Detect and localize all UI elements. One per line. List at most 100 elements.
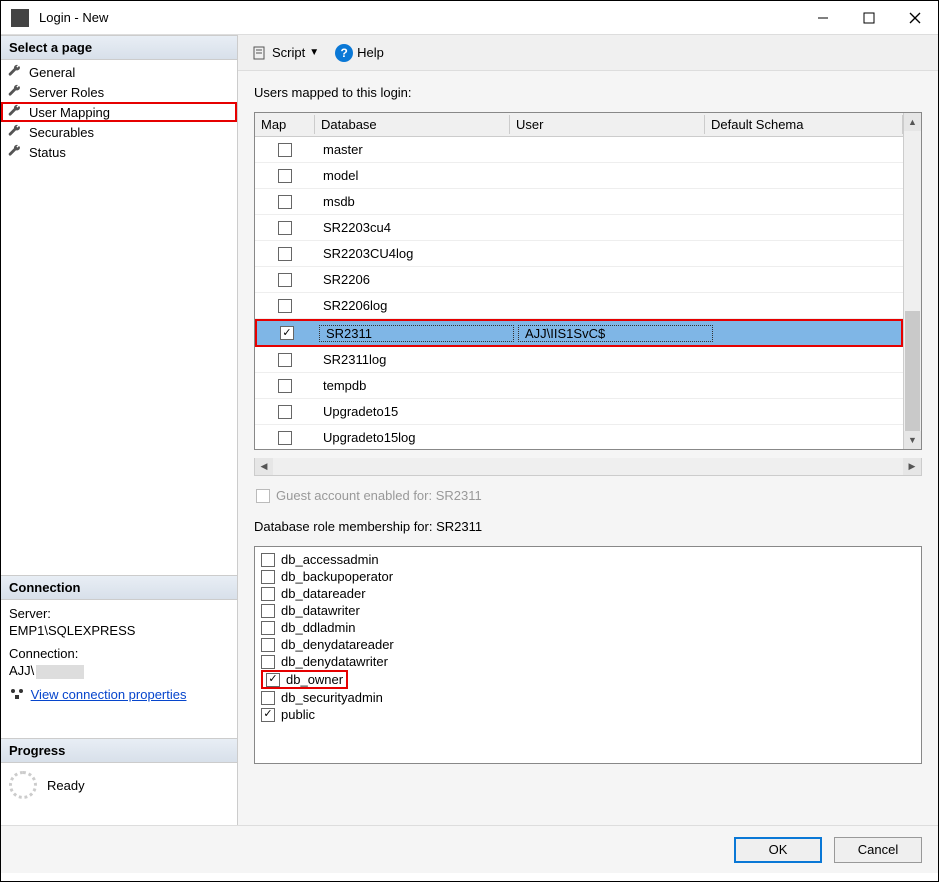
help-button[interactable]: ? Help xyxy=(331,42,388,64)
map-checkbox[interactable] xyxy=(278,195,292,209)
script-dropdown-icon[interactable]: ▼ xyxy=(309,47,319,58)
scroll-left-icon[interactable]: ◀ xyxy=(255,458,273,475)
role-checkbox[interactable] xyxy=(261,621,275,635)
col-header-user[interactable]: User xyxy=(510,115,705,134)
table-row[interactable]: msdb xyxy=(255,189,903,215)
table-row[interactable]: Upgradeto15 xyxy=(255,399,903,425)
map-checkbox[interactable] xyxy=(278,299,292,313)
role-label: db_datawriter xyxy=(281,603,360,618)
role-item[interactable]: public xyxy=(261,706,915,723)
col-header-schema[interactable]: Default Schema xyxy=(705,115,903,134)
grid-header: Map Database User Default Schema xyxy=(255,113,903,137)
map-checkbox[interactable] xyxy=(280,326,294,340)
map-checkbox[interactable] xyxy=(278,247,292,261)
role-checkbox[interactable] xyxy=(261,587,275,601)
script-button[interactable]: Script ▼ xyxy=(248,43,323,63)
table-row[interactable]: SR2203CU4log xyxy=(255,241,903,267)
col-header-map[interactable]: Map xyxy=(255,115,315,134)
select-page-header: Select a page xyxy=(1,35,237,60)
mapping-grid: Map Database User Default Schema master m… xyxy=(254,112,922,450)
map-checkbox[interactable] xyxy=(278,221,292,235)
role-checkbox[interactable] xyxy=(261,638,275,652)
page-item-label: General xyxy=(29,65,75,80)
role-item[interactable]: db_datareader xyxy=(261,585,915,602)
role-item[interactable]: db_accessadmin xyxy=(261,551,915,568)
table-row[interactable]: SR2203cu4 xyxy=(255,215,903,241)
scroll-up-icon[interactable]: ▲ xyxy=(904,113,921,131)
window-title: Login - New xyxy=(39,10,800,25)
grid-horizontal-scrollbar[interactable]: ◀ ▶ xyxy=(254,458,922,476)
role-label: db_securityadmin xyxy=(281,690,383,705)
page-item-status[interactable]: Status xyxy=(1,142,237,162)
wrench-icon xyxy=(7,124,23,140)
role-checkbox[interactable] xyxy=(261,655,275,669)
role-checkbox[interactable] xyxy=(261,691,275,705)
page-item-user-mapping[interactable]: User Mapping xyxy=(1,102,237,122)
minimize-button[interactable] xyxy=(800,1,846,34)
table-row[interactable]: SR2311log xyxy=(255,347,903,373)
role-item[interactable]: db_ddladmin xyxy=(261,619,915,636)
role-item[interactable]: db_backupoperator xyxy=(261,568,915,585)
col-header-database[interactable]: Database xyxy=(315,115,510,134)
role-item[interactable]: db_datawriter xyxy=(261,602,915,619)
map-checkbox[interactable] xyxy=(278,169,292,183)
footer: OK Cancel xyxy=(1,825,938,873)
cancel-button[interactable]: Cancel xyxy=(834,837,922,863)
scroll-down-icon[interactable]: ▼ xyxy=(904,431,921,449)
progress-spinner-icon xyxy=(9,771,37,799)
table-row[interactable]: tempdb xyxy=(255,373,903,399)
map-checkbox[interactable] xyxy=(278,143,292,157)
role-label: db_datareader xyxy=(281,586,366,601)
page-item-server-roles[interactable]: Server Roles xyxy=(1,82,237,102)
role-checkbox[interactable] xyxy=(266,673,280,687)
map-checkbox[interactable] xyxy=(278,405,292,419)
ok-button[interactable]: OK xyxy=(734,837,822,863)
role-checkbox[interactable] xyxy=(261,570,275,584)
cell-database: tempdb xyxy=(315,378,510,393)
role-item[interactable]: db_denydatawriter xyxy=(261,653,915,670)
connection-header: Connection xyxy=(1,575,237,600)
role-checkbox[interactable] xyxy=(261,604,275,618)
role-label: db_backupoperator xyxy=(281,569,393,584)
roles-label: Database role membership for: SR2311 xyxy=(254,519,922,534)
connection-value-prefix: AJJ\ xyxy=(9,663,34,678)
table-row[interactable]: SR2206 xyxy=(255,267,903,293)
role-item[interactable]: db_securityadmin xyxy=(261,689,915,706)
table-row[interactable]: SR2206log xyxy=(255,293,903,319)
guest-label: Guest account enabled for: SR2311 xyxy=(276,488,482,503)
titlebar: Login - New xyxy=(1,1,938,35)
grid-vertical-scrollbar[interactable]: ▲ ▼ xyxy=(903,113,921,449)
cell-database: model xyxy=(315,168,510,183)
role-checkbox[interactable] xyxy=(261,708,275,722)
role-label: db_owner xyxy=(286,672,343,687)
progress-status: Ready xyxy=(47,778,85,793)
page-item-general[interactable]: General xyxy=(1,62,237,82)
wrench-icon xyxy=(7,144,23,160)
role-label: public xyxy=(281,707,315,722)
maximize-button[interactable] xyxy=(846,1,892,34)
role-item[interactable]: db_owner xyxy=(261,670,348,689)
page-list: General Server RolesUser MappingSecurable… xyxy=(1,60,237,164)
role-checkbox[interactable] xyxy=(261,553,275,567)
scroll-right-icon[interactable]: ▶ xyxy=(903,458,921,475)
cell-database: SR2206 xyxy=(315,272,510,287)
map-checkbox[interactable] xyxy=(278,379,292,393)
map-checkbox[interactable] xyxy=(278,353,292,367)
map-checkbox[interactable] xyxy=(278,273,292,287)
close-button[interactable] xyxy=(892,1,938,34)
wrench-icon xyxy=(7,104,23,120)
table-row[interactable]: master xyxy=(255,137,903,163)
page-item-securables[interactable]: Securables xyxy=(1,122,237,142)
role-item[interactable]: db_denydatareader xyxy=(261,636,915,653)
table-row[interactable]: Upgradeto15log xyxy=(255,425,903,449)
connection-label: Connection: xyxy=(9,646,229,661)
connection-value-redacted xyxy=(36,665,84,679)
table-row[interactable]: model xyxy=(255,163,903,189)
view-connection-properties-link[interactable]: View connection properties xyxy=(31,687,187,702)
map-checkbox[interactable] xyxy=(278,431,292,445)
cell-database: SR2311log xyxy=(315,352,510,367)
table-row[interactable]: SR2311AJJ\IIS1SvC$ xyxy=(255,319,903,347)
scroll-thumb[interactable] xyxy=(905,311,920,431)
cell-database: SR2203cu4 xyxy=(315,220,510,235)
role-label: db_accessadmin xyxy=(281,552,379,567)
